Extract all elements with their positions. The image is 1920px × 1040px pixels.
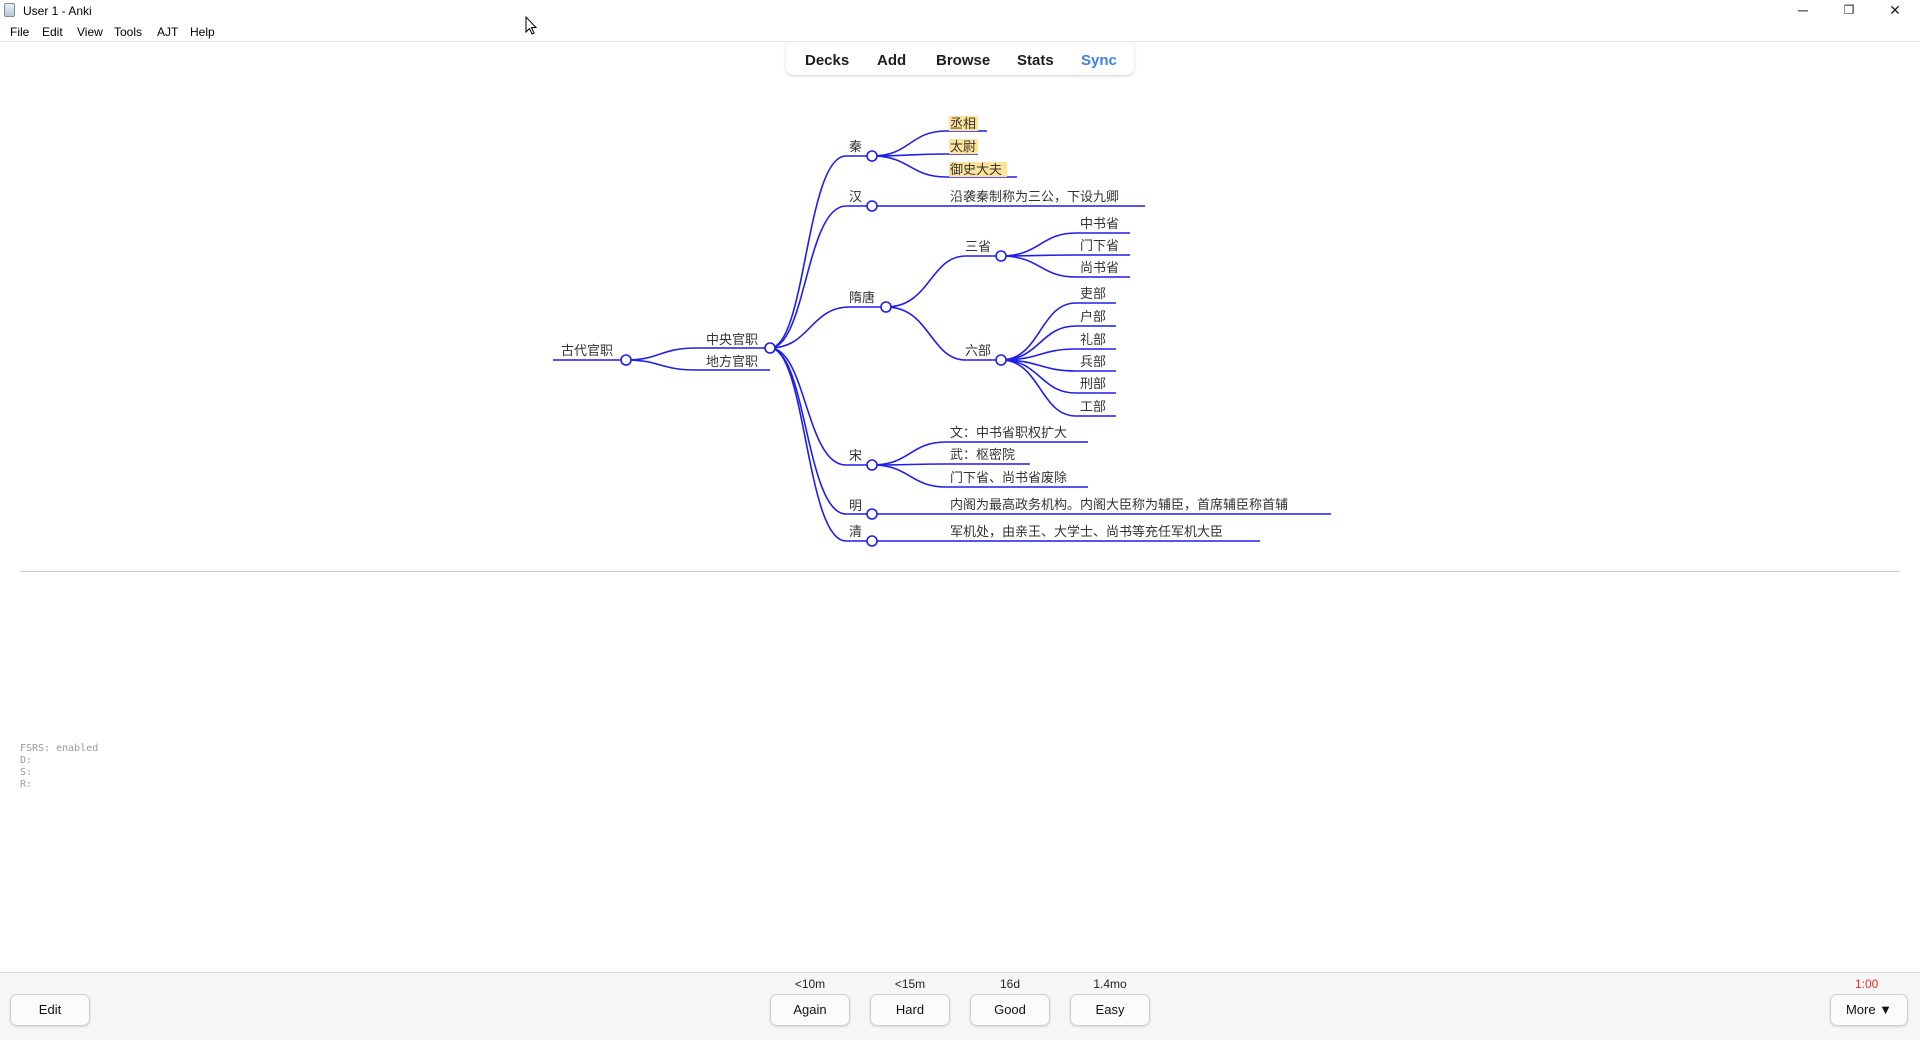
central-label: 中央官职 (706, 332, 758, 348)
menu-tools[interactable]: Tools (114, 25, 142, 39)
fsrs-info: FSRS: enabled D: S: R: (20, 743, 98, 791)
title-bar: User 1 - Anki ─ ❐ ✕ (0, 0, 1920, 22)
sync-link[interactable]: Sync (1081, 52, 1117, 69)
qin-node-circle[interactable] (866, 150, 878, 162)
stats-link[interactable]: Stats (1017, 52, 1054, 69)
hard-due: <15m (894, 977, 926, 991)
menu-edit[interactable]: Edit (42, 25, 63, 39)
link-qin (769, 155, 872, 349)
edit-button[interactable]: Edit (10, 994, 90, 1026)
qin-leaf-2: 太尉 (950, 140, 976, 155)
han-node-circle[interactable] (866, 200, 878, 212)
sansheng-leaf-3: 尚书省 (1080, 261, 1119, 276)
qin-leaf-3: 御史大夫 (950, 163, 1002, 178)
qin-leaf-1: 丞相 (950, 117, 976, 132)
link-ming (769, 347, 872, 515)
root-label: 古代官职 (561, 343, 613, 359)
main-toolbar: Decks Add Browse Stats Sync (786, 44, 1134, 75)
again-due: <10m (794, 977, 826, 991)
liubu-leaf-4: 兵部 (1080, 355, 1106, 370)
fsrs-retrievability: R: (20, 779, 33, 790)
hard-button[interactable]: Hard (870, 994, 950, 1026)
browse-link[interactable]: Browse (936, 52, 990, 69)
fsrs-status: FSRS: enabled (20, 743, 99, 754)
more-button[interactable]: More ▼ (1830, 994, 1908, 1026)
link-song (769, 347, 872, 466)
link-han (769, 205, 872, 349)
song-leaf-2: 武：枢密院 (950, 447, 1015, 463)
decks-link[interactable]: Decks (805, 52, 849, 69)
fsrs-difficulty: D: (20, 755, 33, 766)
link-song-2 (871, 463, 1030, 466)
menu-bar: File Edit View Tools AJT Help (0, 22, 1920, 42)
answer-bar: Edit <10m <15m 16d 1.4mo Again Hard Good… (0, 972, 1920, 1040)
qing-node-circle[interactable] (866, 535, 878, 547)
menu-help[interactable]: Help (190, 25, 215, 39)
easy-due: 1.4mo (1093, 977, 1127, 991)
mind-map: 古代官职 中央官职 地方官职 秦 汉 隋唐 宋 明 清 丞相 太尉 御史大夫 沿… (553, 116, 1331, 547)
menu-view[interactable]: View (77, 25, 103, 39)
liubu-label: 六部 (965, 344, 991, 359)
close-button[interactable]: ✕ (1872, 0, 1918, 22)
qing-leaf-1: 军机处，由亲王、大学士、尚书等充任军机大臣 (950, 524, 1223, 540)
ming-label: 明 (849, 499, 862, 514)
song-node-circle[interactable] (866, 459, 878, 471)
menu-file[interactable]: File (10, 25, 29, 39)
add-link[interactable]: Add (877, 52, 906, 69)
sansheng-leaf-2: 门下省 (1080, 239, 1119, 254)
fsrs-stability: S: (20, 767, 33, 778)
song-leaf-3: 门下省、尚书省废除 (950, 470, 1067, 486)
song-label: 宋 (849, 449, 862, 464)
easy-button[interactable]: Easy (1070, 994, 1150, 1026)
liubu-leaf-1: 吏部 (1080, 286, 1106, 302)
ming-node-circle[interactable] (866, 508, 878, 520)
han-label: 汉 (849, 190, 862, 205)
answer-separator (20, 571, 1900, 572)
liubu-leaf-5: 刑部 (1080, 377, 1106, 392)
central-node-circle[interactable] (764, 342, 776, 354)
local-label: 地方官职 (706, 354, 758, 370)
sansheng-label: 三省 (965, 240, 991, 255)
han-leaf-1: 沿袭秦制称为三公，下设九卿 (950, 190, 1119, 205)
sansheng-node-circle[interactable] (995, 250, 1007, 262)
menu-ajt[interactable]: AJT (157, 25, 178, 39)
suitang-node-circle[interactable] (880, 301, 892, 313)
good-button[interactable]: Good (970, 994, 1050, 1026)
liubu-leaf-3: 礼部 (1080, 332, 1106, 348)
root-node-circle[interactable] (620, 354, 632, 366)
qing-label: 清 (849, 525, 862, 540)
sansheng-leaf-1: 中书省 (1080, 217, 1119, 232)
link-sansheng (885, 255, 1001, 308)
suitang-label: 隋唐 (849, 290, 875, 306)
anki-app-icon (4, 3, 15, 17)
restore-button[interactable]: ❐ (1826, 0, 1872, 22)
again-button[interactable]: Again (770, 994, 850, 1026)
link-ss-2 (1000, 254, 1130, 257)
minimize-button[interactable]: ─ (1780, 0, 1826, 22)
review-timer: 1:00 (1855, 977, 1879, 991)
mouse-cursor-icon (525, 16, 538, 35)
window-title: User 1 - Anki (23, 4, 92, 18)
liubu-leaf-6: 工部 (1080, 400, 1106, 415)
ming-leaf-1: 内阁为最高政务机构。内阁大臣称为辅臣，首席辅臣称首辅 (950, 497, 1288, 513)
liubu-node-circle[interactable] (995, 354, 1007, 366)
liubu-leaf-2: 户部 (1080, 309, 1106, 325)
song-leaf-1: 文：中书省职权扩大 (950, 425, 1067, 441)
good-due: 16d (999, 977, 1021, 991)
qin-label: 秦 (849, 140, 862, 155)
